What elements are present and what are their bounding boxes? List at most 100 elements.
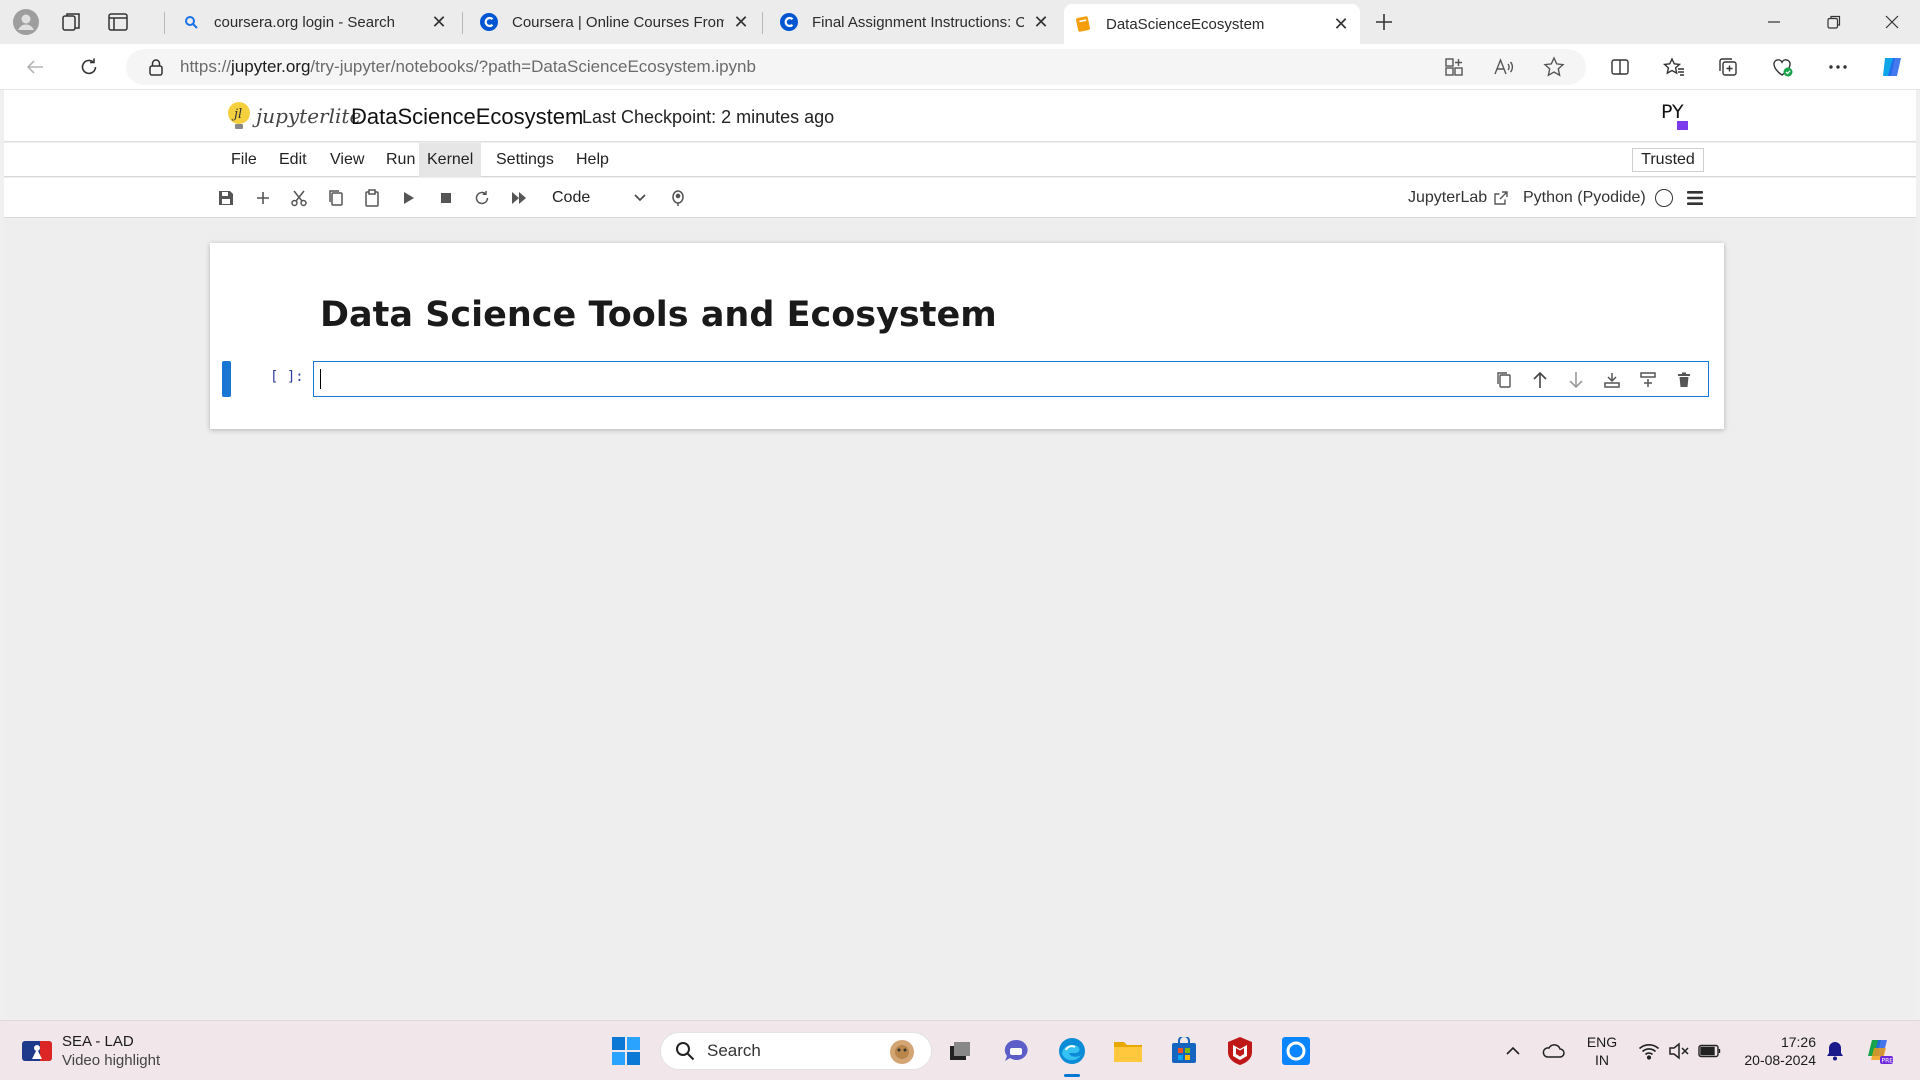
lock-icon[interactable]: [146, 57, 166, 77]
url-input[interactable]: https://jupyter.org/try-jupyter/notebook…: [126, 49, 1586, 85]
delete-cell-icon[interactable]: [1666, 366, 1702, 394]
windows-start-icon[interactable]: [610, 1035, 642, 1067]
notebook-title[interactable]: DataScienceEcosystem: [351, 104, 583, 130]
tab-title: coursera.org login - Search: [214, 13, 395, 31]
taskbar-search-input[interactable]: Search: [660, 1032, 932, 1070]
tab-separator: [762, 12, 763, 34]
notebook-toolbar: Code JupyterLab Python (Pyodide): [4, 178, 1916, 218]
cut-icon[interactable]: [285, 184, 313, 212]
menu-view[interactable]: View: [322, 143, 372, 177]
close-icon[interactable]: ✕: [430, 12, 448, 32]
refresh-button[interactable]: [72, 51, 106, 83]
paste-icon[interactable]: [358, 184, 386, 212]
insert-below-icon[interactable]: [1630, 366, 1666, 394]
region-code: IN: [1595, 1052, 1609, 1068]
tab-title: Coursera | Online Courses From T: [512, 13, 724, 31]
menu-run[interactable]: Run: [378, 143, 423, 177]
close-icon[interactable]: ✕: [1032, 12, 1050, 32]
task-view-icon[interactable]: [942, 1033, 978, 1069]
insert-above-icon[interactable]: [1594, 366, 1630, 394]
hamburger-menu-icon[interactable]: [1684, 187, 1706, 209]
more-options-icon[interactable]: [1820, 51, 1856, 83]
microsoft-store-icon[interactable]: [1166, 1033, 1202, 1069]
jupyterlab-label: JupyterLab: [1408, 189, 1488, 206]
news-subtitle: Video highlight: [62, 1052, 161, 1069]
move-up-icon[interactable]: [1522, 366, 1558, 394]
jupyter-app: jl jupyterlite DataScienceEcosystem Last…: [4, 90, 1916, 1018]
edge-browser-icon[interactable]: [1054, 1033, 1090, 1077]
copilot-taskbar-icon[interactable]: PRE: [1862, 1035, 1896, 1067]
profile-icon[interactable]: [8, 4, 44, 40]
browser-tab-strip: coursera.org login - Search ✕ Coursera |…: [0, 0, 1920, 44]
move-down-icon[interactable]: [1558, 366, 1594, 394]
open-jupyterlab-link[interactable]: JupyterLab: [1408, 186, 1509, 210]
close-icon[interactable]: ✕: [1332, 14, 1350, 34]
volume-muted-icon[interactable]: [1664, 1035, 1694, 1067]
tab-bing-search[interactable]: coursera.org login - Search ✕: [172, 4, 458, 40]
split-screen-icon[interactable]: [1602, 51, 1638, 83]
cell-type-select[interactable]: Code: [544, 185, 650, 211]
duplicate-cell-icon[interactable]: [1486, 366, 1522, 394]
collections-icon[interactable]: [1710, 51, 1746, 83]
system-clock[interactable]: 17:26 20-08-2024: [1730, 1033, 1816, 1069]
show-hidden-icons-chevron-icon[interactable]: [1498, 1035, 1528, 1067]
chevron-down-icon: [632, 189, 648, 210]
last-checkpoint: Last Checkpoint: 2 minutes ago: [582, 107, 835, 127]
file-explorer-icon[interactable]: [1110, 1033, 1146, 1069]
coursera-icon: [480, 13, 498, 31]
interrupt-kernel-icon[interactable]: [432, 184, 460, 212]
menu-kernel[interactable]: Kernel: [419, 143, 482, 177]
new-tab-button[interactable]: [1368, 6, 1400, 38]
trusted-indicator[interactable]: Trusted: [1632, 148, 1704, 172]
run-cell-icon[interactable]: [395, 184, 423, 212]
kernel-name[interactable]: Python (Pyodide): [1523, 186, 1646, 210]
menu-edit[interactable]: Edit: [271, 143, 315, 177]
debugger-bug-icon[interactable]: [664, 184, 692, 212]
menu-help[interactable]: Help: [568, 143, 617, 177]
close-icon[interactable]: ✕: [732, 12, 750, 32]
mcafee-icon[interactable]: [1222, 1033, 1258, 1069]
favorite-star-icon[interactable]: [1536, 49, 1572, 85]
language-code: ENG: [1586, 1034, 1618, 1050]
browser-essentials-icon[interactable]: [1764, 51, 1800, 83]
read-aloud-icon[interactable]: [1486, 49, 1522, 85]
teams-chat-icon[interactable]: [998, 1033, 1034, 1069]
workspaces-icon[interactable]: [54, 4, 90, 40]
copilot-icon[interactable]: [1874, 51, 1910, 83]
restore-button[interactable]: [1806, 0, 1862, 44]
copy-icon[interactable]: [322, 184, 350, 212]
tab-coursera-courses[interactable]: Coursera | Online Courses From T ✕: [470, 4, 760, 40]
markdown-heading[interactable]: Data Science Tools and Ecosystem: [320, 295, 997, 335]
tab-actions-icon[interactable]: [100, 4, 136, 40]
restart-kernel-icon[interactable]: [468, 184, 496, 212]
tab-final-assignment[interactable]: Final Assignment Instructions: Cr ✕: [770, 4, 1060, 40]
onedrive-cloud-icon[interactable]: [1536, 1035, 1570, 1067]
insert-cell-icon[interactable]: [249, 184, 277, 212]
favorites-icon[interactable]: [1656, 51, 1692, 83]
save-icon[interactable]: [212, 184, 240, 212]
clock-time: 17:26: [1780, 1034, 1816, 1050]
tab-title: DataScienceEcosystem: [1106, 15, 1265, 33]
menu-settings[interactable]: Settings: [488, 143, 562, 177]
minimize-button[interactable]: [1746, 0, 1802, 44]
notification-bell-icon[interactable]: [1822, 1035, 1848, 1067]
wifi-icon[interactable]: [1634, 1035, 1664, 1067]
cortana-app-icon[interactable]: [1278, 1033, 1314, 1069]
jupyterlite-logo[interactable]: jl jupyterlite: [226, 98, 361, 134]
tab-title: Final Assignment Instructions: Cr: [812, 13, 1024, 31]
app-available-icon[interactable]: [1436, 49, 1472, 85]
battery-icon[interactable]: [1694, 1035, 1726, 1067]
close-window-button[interactable]: [1864, 0, 1920, 44]
search-highlight-icon: [890, 1040, 914, 1064]
tab-datascienceecosystem[interactable]: DataScienceEcosystem ✕: [1064, 4, 1360, 44]
notebook-icon: [1074, 15, 1092, 33]
restart-run-all-icon[interactable]: [505, 184, 533, 212]
back-button[interactable]: [18, 51, 52, 83]
notebook-panel: Data Science Tools and Ecosystem [ ]:: [210, 243, 1724, 429]
active-cell-indicator[interactable]: [222, 361, 231, 397]
widgets-news[interactable]: SEA - LAD Video highlight: [22, 1031, 160, 1071]
menu-file[interactable]: File: [223, 143, 265, 177]
code-cell-editor[interactable]: [313, 361, 1709, 397]
clock-date: 20-08-2024: [1744, 1052, 1816, 1068]
input-language[interactable]: ENG IN: [1580, 1033, 1624, 1069]
